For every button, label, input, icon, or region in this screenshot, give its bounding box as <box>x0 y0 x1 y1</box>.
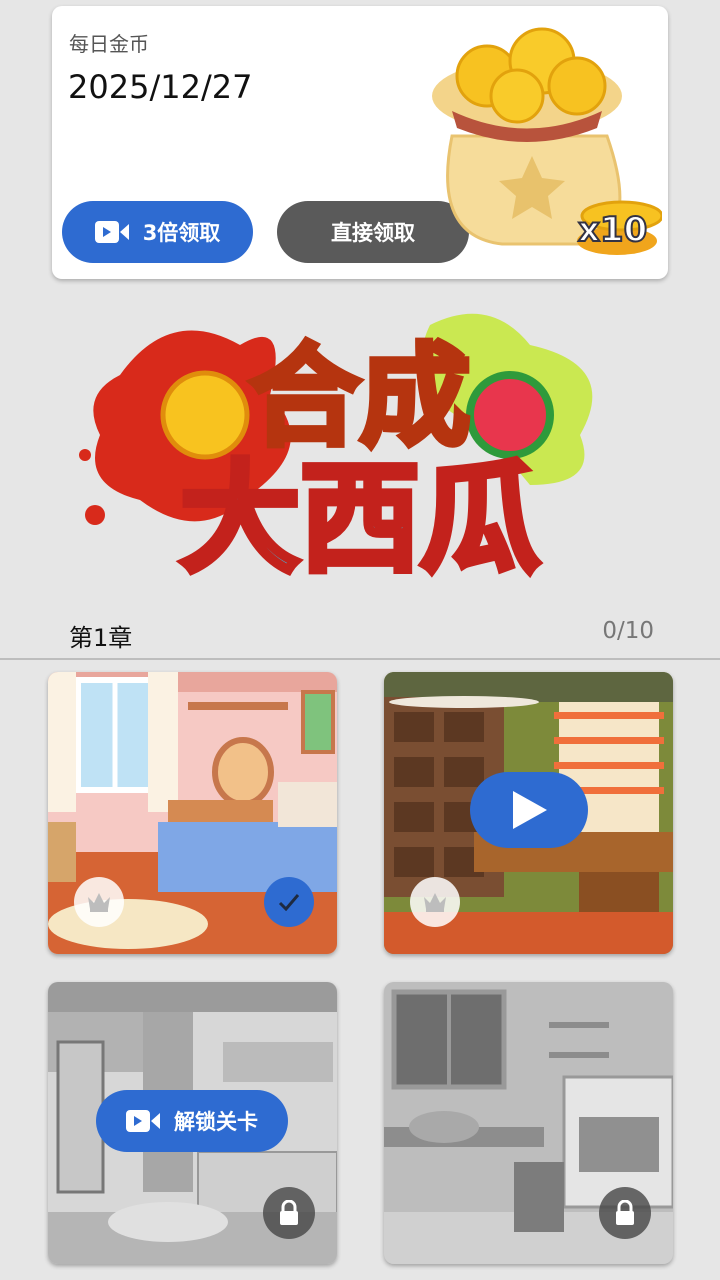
level-card-4[interactable] <box>384 982 673 1264</box>
level-card-3[interactable]: 解锁关卡 <box>48 982 337 1264</box>
video-camera-icon <box>94 221 129 243</box>
level-card-1[interactable] <box>48 672 337 954</box>
logo-text-top: 合成 <box>250 333 470 461</box>
completed-check-icon <box>264 877 314 927</box>
daily-coins-title: 每日金币 <box>69 32 149 56</box>
play-button[interactable] <box>470 772 588 848</box>
daily-coins-card: 每日金币 2025/12/27 3倍领取 直接领取 x10 <box>52 6 668 279</box>
lock-icon <box>599 1187 651 1239</box>
triple-claim-button[interactable]: 3倍领取 <box>62 201 253 263</box>
crown-icon <box>410 877 460 927</box>
daily-coins-date: 2025/12/27 <box>68 68 253 106</box>
unlock-level-button[interactable]: 解锁关卡 <box>96 1090 288 1152</box>
play-icon <box>513 791 547 829</box>
reward-multiplier: x10 <box>577 209 648 251</box>
game-logo: 合成 大西瓜 <box>79 313 593 585</box>
unlock-level-label: 解锁关卡 <box>174 1110 258 1134</box>
chapter-divider <box>0 658 720 660</box>
lock-icon <box>263 1187 315 1239</box>
video-camera-icon <box>126 1110 160 1132</box>
logo-text-bottom: 大西瓜 <box>180 450 540 585</box>
chapter-title: 第1章 <box>69 624 133 652</box>
level-card-2[interactable] <box>384 672 673 954</box>
triple-claim-label: 3倍领取 <box>142 221 221 245</box>
chapter-progress: 0/10 <box>602 618 654 644</box>
crown-icon <box>74 877 124 927</box>
